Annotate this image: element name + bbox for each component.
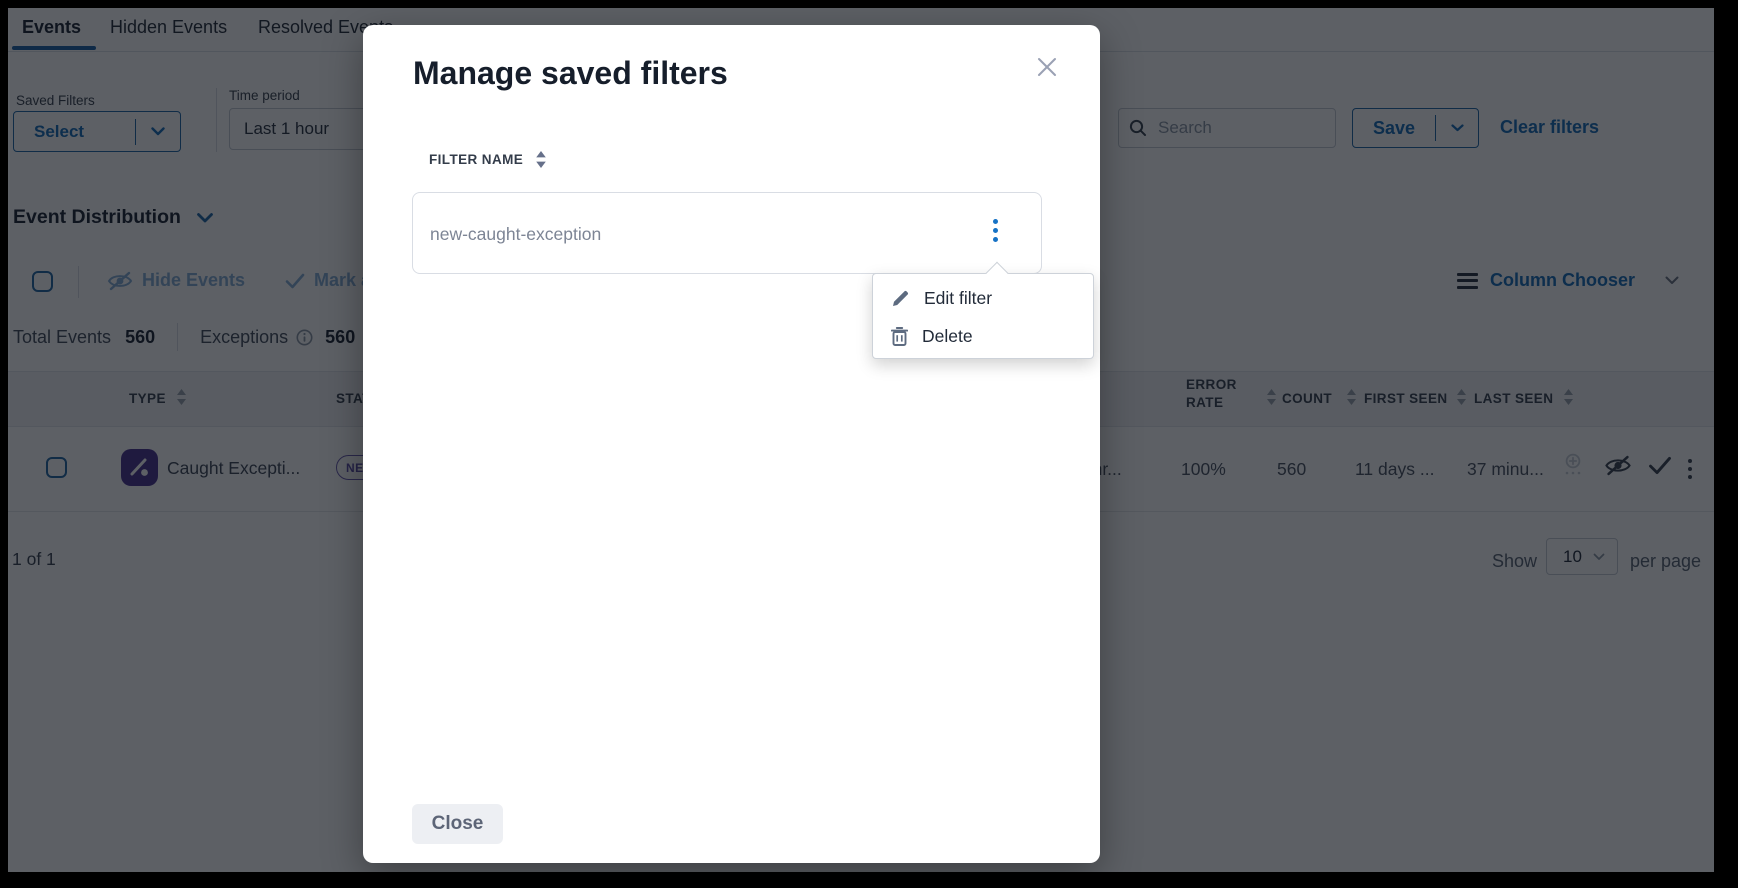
trash-icon bbox=[891, 327, 908, 346]
edit-filter-menu-item[interactable]: Edit filter bbox=[873, 279, 1093, 317]
modal-title: Manage saved filters bbox=[413, 55, 728, 92]
filter-kebab-menu-icon[interactable] bbox=[990, 215, 1000, 246]
delete-filter-label: Delete bbox=[922, 326, 973, 347]
filter-name-column-header[interactable]: FILTER NAME bbox=[429, 151, 547, 168]
saved-filter-name: new-caught-exception bbox=[430, 224, 601, 245]
filter-actions-popover: Edit filter Delete bbox=[872, 273, 1094, 359]
saved-filter-row: new-caught-exception bbox=[412, 192, 1042, 274]
delete-filter-menu-item[interactable]: Delete bbox=[873, 317, 1093, 355]
screenshot-frame: Events Hidden Events Resolved Events Sav… bbox=[0, 0, 1738, 888]
sort-icon[interactable] bbox=[535, 151, 547, 168]
edit-filter-label: Edit filter bbox=[924, 288, 992, 309]
pencil-icon bbox=[891, 289, 910, 308]
close-icon[interactable] bbox=[1035, 55, 1059, 79]
manage-saved-filters-modal: Manage saved filters FILTER NAME new-cau… bbox=[363, 25, 1100, 863]
close-button[interactable]: Close bbox=[412, 804, 503, 844]
